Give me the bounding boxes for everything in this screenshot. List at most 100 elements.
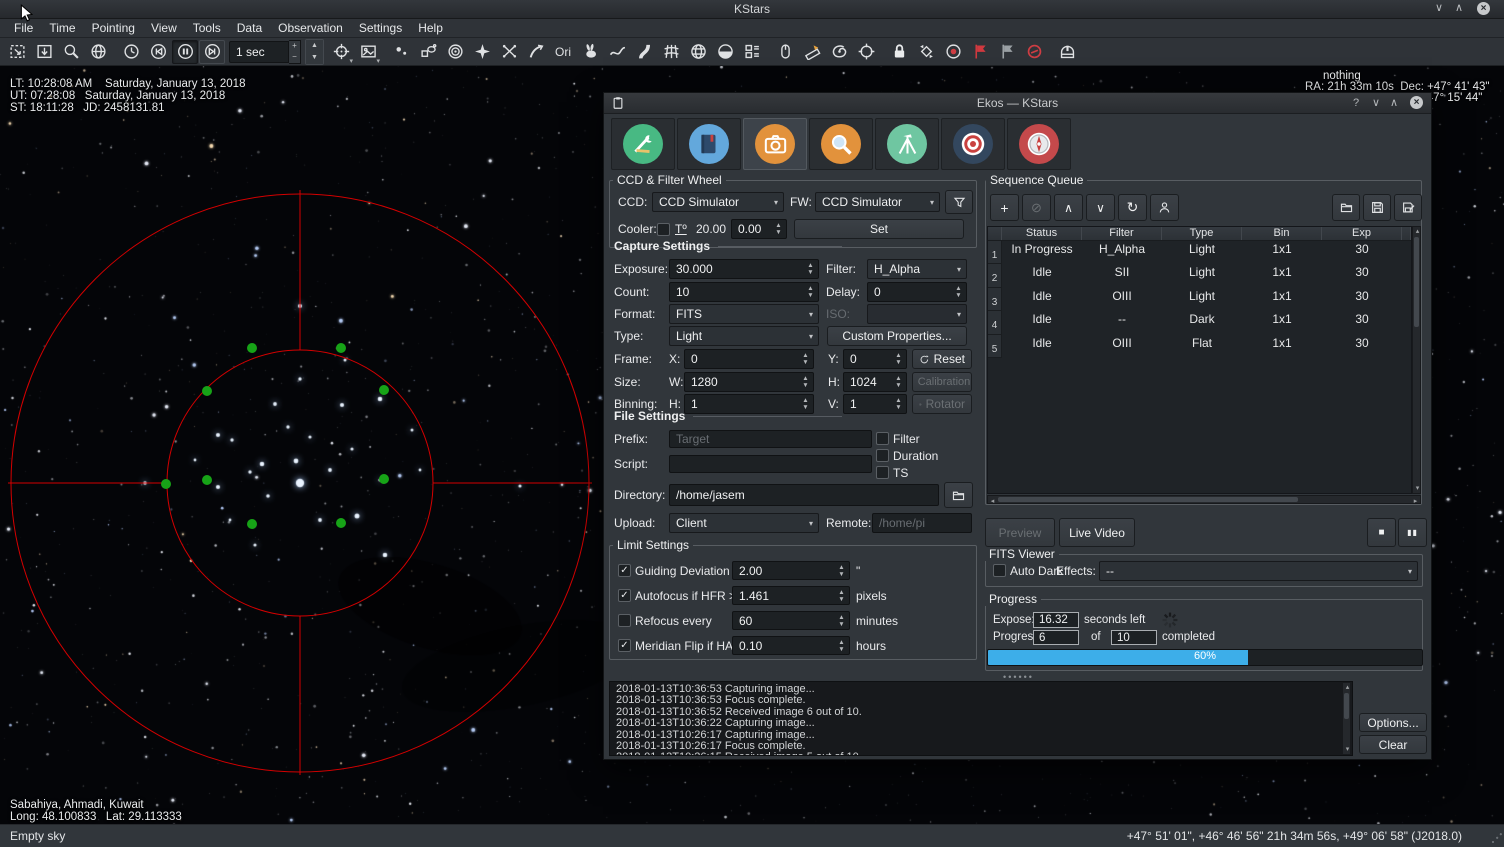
whats-interesting-button[interactable] [772,40,798,64]
scroll-down-icon[interactable]: ▾ [1343,745,1352,754]
guide-deviation-checkbox[interactable]: ✓ [618,564,631,577]
download-data-button[interactable] [31,40,57,64]
window-titlebar[interactable]: KStars ∨ ∧ × [0,0,1504,19]
upload-select[interactable]: Client▾ [669,513,819,533]
filter-manager-button[interactable] [945,190,973,214]
queue-move-up-button[interactable]: ∧ [1054,194,1083,221]
filter-select[interactable]: H_Alpha▾ [867,259,967,279]
minus-icon[interactable]: − [289,52,300,63]
sky-marker[interactable] [161,479,171,489]
sequence-queue-table[interactable]: Status Filter Type Bin Exp 1In ProgressH… [987,226,1412,494]
ccd-select[interactable]: CCD Simulator▾ [652,192,784,212]
cooler-checkbox[interactable]: ✓ [657,223,670,236]
queue-open-button[interactable] [1332,194,1360,221]
scroll-down-icon[interactable]: ▾ [1413,484,1422,493]
log-clear-button[interactable]: Clear [1359,735,1427,754]
custom-properties-button[interactable]: Custom Properties... [827,326,967,346]
resize-grip[interactable] [1490,833,1502,845]
measure-angle-button[interactable] [799,40,825,64]
format-select[interactable]: FITS▾ [669,304,819,324]
reset-frame-button[interactable]: Reset [912,349,972,369]
spin-down-icon[interactable]: ▼ [306,52,323,64]
toggle-clock-button[interactable] [172,40,198,64]
sky-marker[interactable] [202,475,212,485]
time-step-spinner[interactable]: ▲▼ [305,39,324,65]
time-step-input[interactable]: 1 sec [229,41,289,63]
spin-up-icon[interactable]: ▲ [306,40,323,52]
effects-select[interactable]: --▾ [1099,561,1418,581]
ekos-titlebar[interactable]: Ekos — KStars ? ∨ ∧ × [604,93,1431,114]
menu-tools[interactable]: Tools [185,19,229,38]
menu-pointing[interactable]: Pointing [84,19,143,38]
table-row[interactable]: 1In ProgressH_AlphaLight1x130 [988,241,1411,264]
zoom-fit-button[interactable] [4,40,30,64]
frame-y-spinbox[interactable]: 0▲▼ [843,349,907,369]
spin-arrows[interactable]: ▲▼ [799,373,812,391]
log-options-button[interactable]: Options... [1359,713,1427,732]
count-spinbox[interactable]: 10▲▼ [669,282,819,302]
toggle-satellites-button[interactable] [523,40,549,64]
tab-guide[interactable] [941,118,1005,170]
toggle-constellation-boundaries-button[interactable] [604,40,630,64]
meridian-flip-spinbox[interactable]: 0.10▲▼ [732,636,850,655]
log-scrollbar[interactable]: ▴ ▾ [1342,682,1351,755]
autofocus-hfr-spinbox[interactable]: 1.461▲▼ [732,586,850,605]
scroll-left-icon[interactable]: ◂ [988,497,997,506]
stop-sequence-button[interactable]: ■ [1367,518,1396,547]
toggle-solar-system-button[interactable] [442,40,468,64]
queue-move-down-button[interactable]: ∨ [1086,194,1115,221]
advance-one-step-button[interactable] [199,40,225,64]
time-to-now-button[interactable] [145,40,171,64]
prefix-ts-checkbox[interactable]: ✓ [876,466,889,479]
sky-marker[interactable] [202,386,212,396]
spin-arrows[interactable]: ▲▼ [799,350,812,368]
prefix-filter-checkbox[interactable]: ✓ [876,432,889,445]
spin-arrows[interactable]: ▲▼ [952,283,965,301]
frame-x-spinbox[interactable]: 0▲▼ [684,349,814,369]
time-step-plusminus[interactable]: +− [289,40,301,64]
toggle-constellation-names-button[interactable]: Ori [550,40,576,64]
sky-marker[interactable] [247,519,257,529]
ekos-close-button[interactable]: × [1410,96,1423,109]
meridian-flip-checkbox[interactable]: ✓ [618,639,631,652]
queue-reset-button[interactable]: ↻ [1118,194,1147,221]
toggle-horizontal-grid-button[interactable] [685,40,711,64]
autofocus-hfr-checkbox[interactable]: ✓ [618,589,631,602]
menu-observation[interactable]: Observation [270,19,351,38]
log-view[interactable]: 2018-01-13T10:36:53 Capturing image... 2… [609,681,1353,756]
pointing-target-button[interactable]: ▾ [328,40,354,64]
window-minimize-button[interactable]: ∨ [1430,0,1448,18]
color-scheme-button[interactable] [913,40,939,64]
list-flags-button[interactable] [994,40,1020,64]
menu-data[interactable]: Data [229,19,270,38]
spin-arrows[interactable]: ▲▼ [772,220,785,238]
queue-header-bin[interactable]: Bin [1242,227,1322,240]
prefix-input[interactable]: Target [669,430,872,448]
spin-arrows[interactable]: ▲▼ [892,395,905,413]
queue-header-status[interactable]: Status [1002,227,1082,240]
toggle-deep-sky-button[interactable] [415,40,441,64]
spin-arrows[interactable]: ▲▼ [835,612,848,629]
set-time-button[interactable] [118,40,144,64]
scroll-up-icon[interactable]: ▴ [1343,683,1352,692]
record-button[interactable] [940,40,966,64]
spin-arrows[interactable]: ▲▼ [835,562,848,579]
size-h-spinbox[interactable]: 1024▲▼ [843,372,907,392]
menu-settings[interactable]: Settings [351,19,410,38]
refocus-every-checkbox[interactable]: ✓ [618,614,631,627]
lock-position-button[interactable] [886,40,912,64]
table-row[interactable]: 2IdleSIILight1x130 [988,264,1411,287]
spin-arrows[interactable]: ▲▼ [804,283,817,301]
menu-time[interactable]: Time [41,19,83,38]
queue-header-exp[interactable]: Exp [1322,227,1402,240]
view-options-button[interactable]: ▾ [355,40,381,64]
toggle-milky-way-button[interactable] [631,40,657,64]
refocus-every-spinbox[interactable]: 60▲▼ [732,611,850,630]
pause-sequence-button[interactable]: ▮▮ [1398,518,1427,547]
ekos-maximize-button[interactable]: ∧ [1385,94,1403,112]
hips-overlay-button[interactable] [826,40,852,64]
toggle-horizon-button[interactable] [712,40,738,64]
menu-view[interactable]: View [143,19,185,38]
table-row[interactable]: 4Idle--Dark1x130 [988,311,1411,334]
toggle-equatorial-grid-button[interactable] [658,40,684,64]
